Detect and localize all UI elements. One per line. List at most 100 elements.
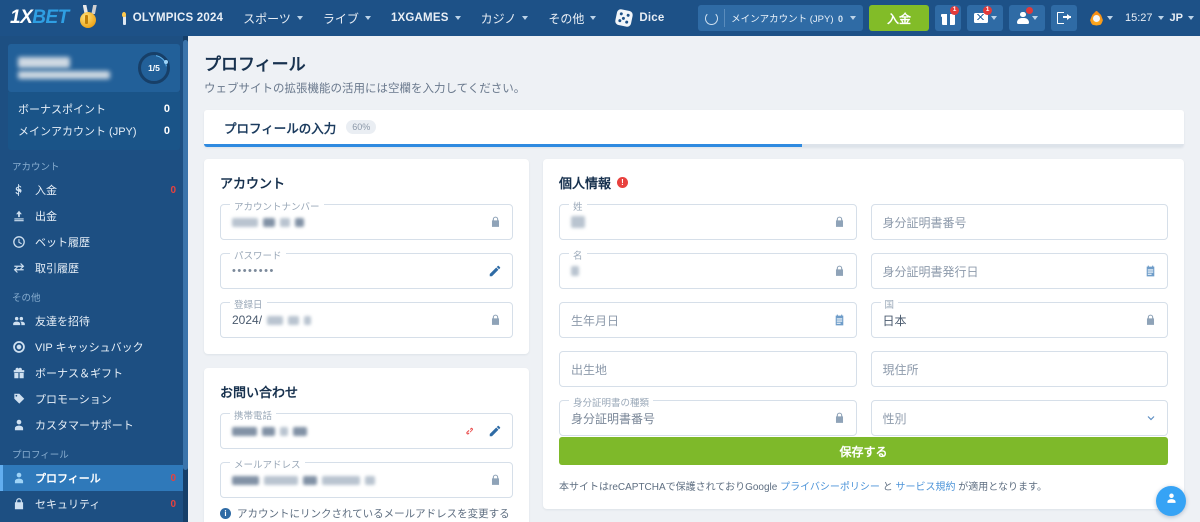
- lock-icon: [833, 412, 846, 425]
- field-value-redacted: [571, 266, 579, 276]
- document-issue-date-field[interactable]: 身分証明書発行日: [870, 253, 1168, 289]
- field-label: 登録日: [230, 297, 267, 311]
- nav-item-olympics[interactable]: OLYMPICS 2024: [121, 11, 224, 25]
- registration-date-field[interactable]: 登録日 2024/: [220, 297, 513, 338]
- field-label: アカウントナンバー: [230, 199, 324, 213]
- sidebar-item-bonus-gifts[interactable]: ボーナス＆ギフト: [0, 360, 188, 386]
- email-field[interactable]: メールアドレス: [220, 457, 513, 498]
- country-field[interactable]: 国 日本: [870, 297, 1168, 338]
- calendar-icon[interactable]: [833, 314, 846, 327]
- field-value-redacted: [232, 426, 307, 436]
- logout-button[interactable]: [1051, 5, 1077, 31]
- account-balance: 0: [837, 13, 843, 24]
- pencil-icon[interactable]: [488, 264, 502, 278]
- note-text: アカウントにリンクされているメールアドレスを変更するには、: [237, 508, 510, 520]
- person-icon: [12, 471, 26, 485]
- nav-item-casino[interactable]: カジノ: [481, 10, 529, 27]
- nav-label: OLYMPICS 2024: [132, 12, 224, 24]
- sidebar-item-promotions[interactable]: プロモーション: [0, 386, 188, 412]
- nav-item-live[interactable]: ライブ: [323, 10, 371, 27]
- sidebar-item-profile[interactable]: プロフィール 0: [0, 465, 188, 491]
- calendar-icon[interactable]: [1144, 265, 1157, 278]
- save-button[interactable]: 保存する: [559, 437, 1168, 465]
- sidebar-item-bet-history[interactable]: ベット履歴: [0, 229, 188, 255]
- tab-bar: プロフィールの入力 60%: [204, 110, 1184, 147]
- sidebar-item-security[interactable]: セキュリティ 0: [0, 491, 188, 517]
- page-subtitle: ウェブサイトの拡張機能の活用には空欄を入力してください。: [204, 83, 526, 95]
- sidebar-section-label-other: その他: [12, 293, 41, 304]
- chevron-down-icon: [990, 16, 997, 20]
- field-placeholder: 身分証明書番号: [882, 215, 967, 230]
- chevron-down-icon[interactable]: [1145, 412, 1157, 424]
- user-summary-card[interactable]: 1/5: [8, 44, 180, 92]
- field-label: 国: [880, 297, 899, 311]
- deposit-button[interactable]: 入金: [868, 5, 929, 31]
- sidebar-item-transaction-history[interactable]: 取引履歴: [0, 255, 188, 281]
- dollar-icon: [12, 183, 26, 197]
- terms-of-service-link[interactable]: サービス規約: [895, 482, 955, 493]
- profile-menu-button[interactable]: [1009, 5, 1045, 31]
- nav-item-1xgames[interactable]: 1XGAMES: [391, 12, 461, 24]
- sidebar-scrollbar-thumb[interactable]: [183, 40, 188, 470]
- current-address-field[interactable]: 現住所: [870, 351, 1168, 387]
- privacy-policy-link[interactable]: プライバシーポリシー: [780, 482, 880, 493]
- clock-selector[interactable]: 15:27: [1125, 12, 1164, 24]
- mobile-phone-field[interactable]: 携帯電話: [220, 408, 513, 449]
- last-name-field[interactable]: 姓: [559, 199, 857, 240]
- username-redacted: [18, 57, 138, 79]
- sidebar-scrollbar-track[interactable]: [183, 36, 188, 522]
- sidebar-item-invite-friends[interactable]: 友達を招待: [0, 308, 188, 334]
- link-icon[interactable]: [464, 425, 477, 438]
- divider: [724, 9, 726, 27]
- document-type-field[interactable]: 身分証明書の種類 身分証明書番号: [559, 395, 857, 436]
- brand-logo[interactable]: 1 X BET: [10, 5, 99, 31]
- tab-profile-input[interactable]: プロフィールの入力: [224, 118, 336, 137]
- gift-icon: [12, 366, 26, 380]
- clock-icon: [12, 235, 26, 249]
- dice-icon: [614, 8, 634, 28]
- messages-button[interactable]: 1: [967, 5, 1003, 31]
- password-field[interactable]: パスワード ••••••••: [220, 248, 513, 289]
- sidebar-item-label: 入金: [35, 185, 57, 197]
- left-column: アカウント アカウントナンバー パスワード •••••••• 登録日 2024/…: [204, 159, 529, 522]
- mail-badge: 1: [983, 6, 992, 15]
- sidebar-item-withdraw[interactable]: 出金: [0, 203, 188, 229]
- nav-label: スポーツ: [243, 11, 291, 26]
- birth-date-field[interactable]: 生年月日: [559, 302, 857, 338]
- account-number-field[interactable]: アカウントナンバー: [220, 199, 513, 240]
- birth-place-field[interactable]: 出生地: [559, 351, 857, 387]
- nav-item-dice[interactable]: Dice: [614, 8, 664, 28]
- balance-row[interactable]: ボーナスポイント 0: [18, 98, 170, 120]
- first-name-field[interactable]: 名: [559, 248, 857, 289]
- field-label: 姓: [569, 199, 587, 213]
- sidebar-item-label: プロフィール: [35, 473, 101, 485]
- gender-select[interactable]: 性別: [870, 400, 1168, 436]
- support-fab-button[interactable]: [1156, 486, 1186, 516]
- account-selector[interactable]: メインアカウント (JPY) 0: [698, 5, 863, 31]
- balance-row[interactable]: メインアカウント (JPY) 0: [18, 120, 170, 142]
- recaptcha-text-1: 本サイトはreCAPTCHAで保護されておりGoogle: [559, 482, 781, 493]
- sidebar-item-label: 出金: [35, 211, 57, 223]
- contact-card-title: お問い合わせ: [220, 385, 299, 400]
- sidebar-item-vip-cashback[interactable]: VIP キャッシュバック: [0, 334, 188, 360]
- email-change-note: i アカウントにリンクされているメールアドレスを変更するには、カスタマーサポート…: [220, 507, 513, 522]
- nav-item-others[interactable]: その他: [548, 10, 597, 27]
- sidebar-item-deposit[interactable]: 入金 0: [0, 177, 188, 203]
- chevron-down-icon: [1188, 16, 1194, 20]
- document-number-field[interactable]: 身分証明書番号: [870, 204, 1168, 240]
- nav-label: その他: [548, 11, 585, 26]
- gifts-button[interactable]: 1: [935, 5, 961, 31]
- sidebar-item-customer-support[interactable]: カスタマーサポート: [0, 412, 188, 438]
- language-selector[interactable]: JP: [1170, 12, 1194, 24]
- gift-badge: 1: [950, 6, 959, 15]
- friends-icon: [12, 314, 26, 328]
- sidebar-item-account-settings[interactable]: アカウント設定: [0, 517, 188, 522]
- pencil-icon[interactable]: [488, 424, 502, 438]
- nav-item-sports[interactable]: スポーツ: [243, 10, 303, 27]
- settings-promo-button[interactable]: [1083, 5, 1119, 31]
- sidebar-section-label-profile: プロフィール: [12, 450, 69, 461]
- refresh-icon[interactable]: [705, 11, 719, 25]
- field-label: パスワード: [230, 248, 286, 262]
- lock-icon: [833, 216, 846, 229]
- level-label: 1/5: [142, 56, 166, 80]
